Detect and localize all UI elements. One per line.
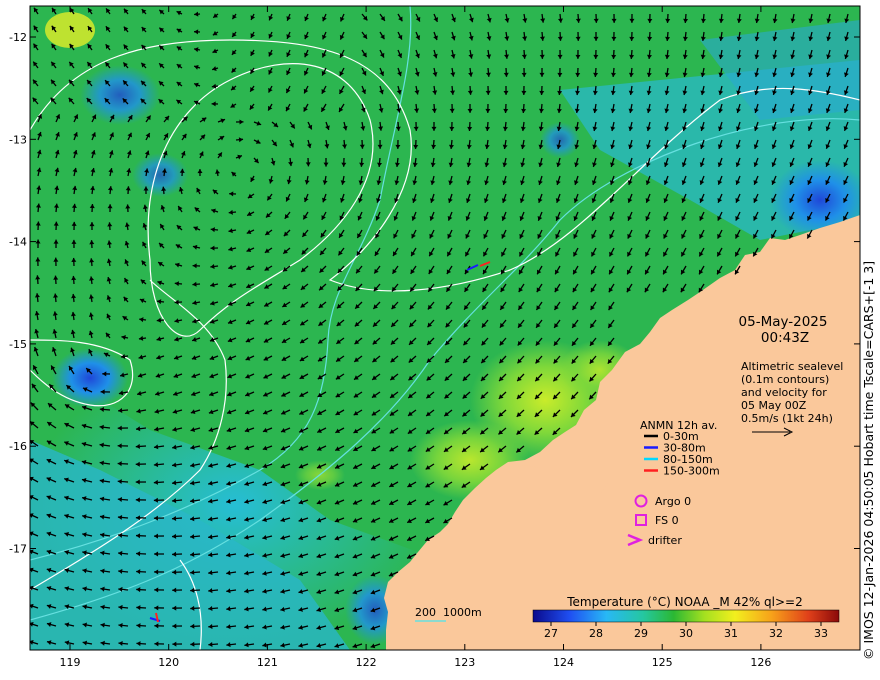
- colorbar-tick-label: 32: [769, 627, 783, 640]
- colorbar-title: Temperature (°C) NOAA _M 42% ql>=2: [566, 595, 803, 609]
- cold-patch: [52, 348, 128, 408]
- x-tick-label: 122: [356, 656, 377, 669]
- description-line: and velocity for: [741, 386, 827, 399]
- x-tick-label: 119: [60, 656, 81, 669]
- y-tick-label: -13: [9, 133, 27, 146]
- colorbar-tick-label: 33: [814, 627, 828, 640]
- y-tick-label: -15: [9, 338, 27, 351]
- colorbar-tick-label: 31: [724, 627, 738, 640]
- colorbar-tick-label: 30: [679, 627, 693, 640]
- isobath-legend: 200 1000m: [415, 606, 482, 619]
- legend-label: 150-300m: [663, 465, 720, 478]
- x-tick-label: 121: [257, 656, 278, 669]
- description-line: 05 May 00Z: [741, 399, 807, 412]
- colorbar: [532, 609, 840, 623]
- y-tick-label: -17: [9, 543, 27, 556]
- description-line: 0.5m/s (1kt 24h): [741, 412, 833, 425]
- description-line: (0.1m contours): [741, 373, 829, 386]
- x-tick-label: 120: [158, 656, 179, 669]
- y-tick-label: -16: [9, 440, 27, 453]
- colorbar-tick-label: 27: [544, 627, 558, 640]
- fs-label: FS 0: [655, 514, 679, 527]
- colorbar-tick-label: 28: [589, 627, 603, 640]
- x-tick-label: 123: [454, 656, 475, 669]
- description-line: Altimetric sealevel: [741, 360, 843, 373]
- y-tick-label: -14: [9, 236, 27, 249]
- argo-label: Argo 0: [655, 495, 691, 508]
- x-tick-label: 126: [750, 656, 771, 669]
- map-time: 00:43Z: [761, 330, 809, 346]
- sst-map: 119 120 121 122 123 124 125 126 -12 -13 -14 -15 -16 -…: [9, 5, 861, 669]
- x-tick-label: 124: [553, 656, 574, 669]
- y-tick-label: -12: [9, 31, 27, 44]
- drifter-label: drifter: [648, 534, 682, 547]
- colorbar-tick-label: 29: [634, 627, 648, 640]
- credit-text: © IMOS 12-Jan-2026 04:50:05 Hobart time …: [861, 260, 876, 660]
- map-date: 05-May-2025: [739, 314, 828, 330]
- x-tick-label: 125: [652, 656, 673, 669]
